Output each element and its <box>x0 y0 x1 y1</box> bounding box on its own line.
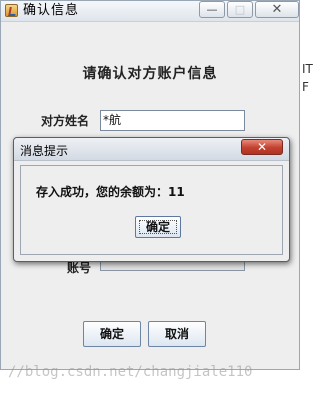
confirm-button[interactable]: 确定 <box>83 321 141 347</box>
message-dialog-body: 存入成功，您的余额为：11 确定 <box>20 165 283 255</box>
background-window-text: F <box>302 80 309 94</box>
background-window <box>301 0 310 395</box>
message-text: 存入成功，您的余额为：11 <box>36 185 185 199</box>
maximize-button[interactable]: □ <box>227 1 253 18</box>
dialog-heading: 请确认对方账户信息 <box>82 66 218 82</box>
java-app-icon <box>5 4 18 17</box>
message-ok-button[interactable]: 确定 <box>135 216 181 238</box>
recipient-name-field[interactable]: *航 <box>100 110 245 131</box>
window-titlebar[interactable]: 确认信息 — □ ✕ <box>1 1 299 22</box>
message-dialog-close-button[interactable]: ✕ <box>241 139 283 155</box>
watermark: //blog.csdn.net/changjiale110 <box>8 364 253 380</box>
background-window-text: IT <box>302 62 313 76</box>
cancel-button[interactable]: 取消 <box>148 321 206 347</box>
recipient-name-label: 对方姓名 <box>41 114 90 128</box>
minimize-button[interactable]: — <box>199 1 225 18</box>
close-button[interactable]: ✕ <box>255 1 299 18</box>
message-dialog-title: 消息提示 <box>20 144 69 158</box>
message-dialog: 消息提示 ✕ 存入成功，您的余额为：11 确定 <box>13 137 290 262</box>
message-dialog-titlebar[interactable]: 消息提示 ✕ <box>14 138 289 161</box>
window-title: 确认信息 <box>23 3 80 18</box>
